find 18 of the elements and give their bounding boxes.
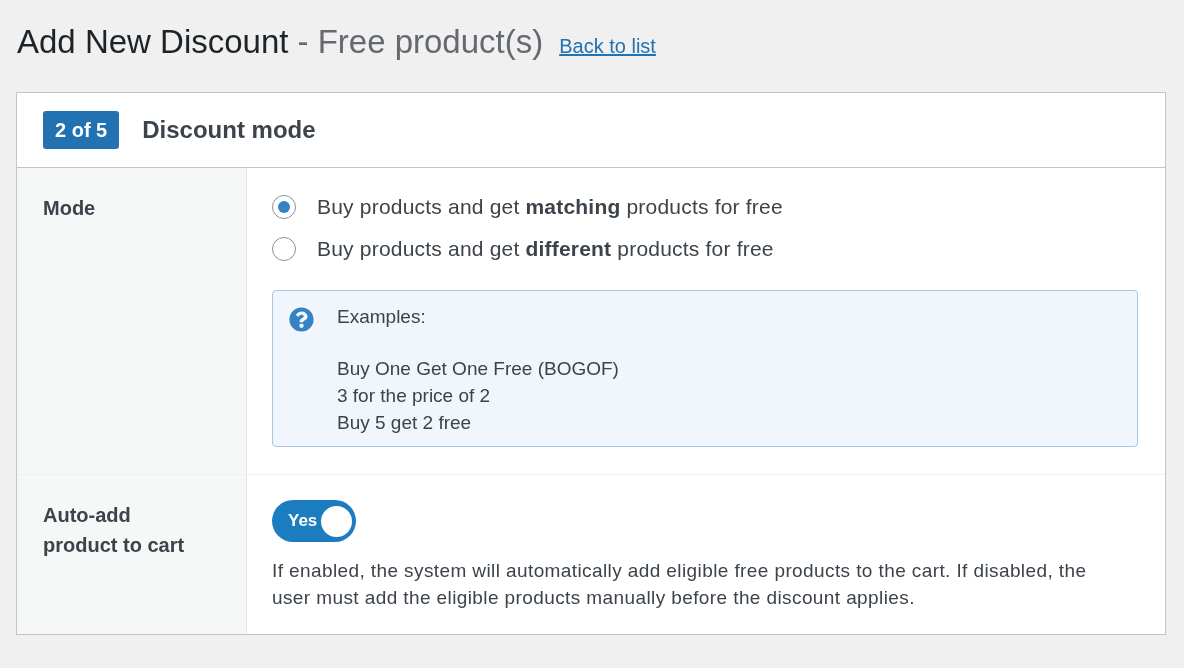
radio-button[interactable] <box>272 194 296 219</box>
example-text: 3 for the price of 2 <box>337 384 491 408</box>
field-label: Auto-add product to cart <box>43 503 186 558</box>
section-title: Discount mode <box>142 115 316 145</box>
example-text: Buy One Get One Free (BOGOF) <box>337 357 619 381</box>
radio-label[interactable]: Buy products and get matching products for free <box>317 192 783 221</box>
example-text: Buy 5 get 2 free <box>337 411 472 435</box>
info-heading: Examples: <box>337 305 426 329</box>
field-label: Mode <box>43 196 97 221</box>
radio-button[interactable] <box>272 236 296 261</box>
toggle-switch[interactable]: Yes <box>272 500 356 542</box>
page-title: Add New Discount <box>17 22 289 62</box>
field-description: If enabled, the system will automatically add eligible free products to the cart. If disabled, the user must add the eligible products manually before the discount applies. <box>272 559 1088 610</box>
help-icon <box>289 307 314 332</box>
back-link[interactable]: Back to list <box>559 31 656 61</box>
step-badge: 2 of 5 <box>43 111 120 149</box>
page-subtitle: - Free product(s) <box>297 22 544 62</box>
radio-label[interactable]: Buy products and get different products for free <box>317 234 774 263</box>
